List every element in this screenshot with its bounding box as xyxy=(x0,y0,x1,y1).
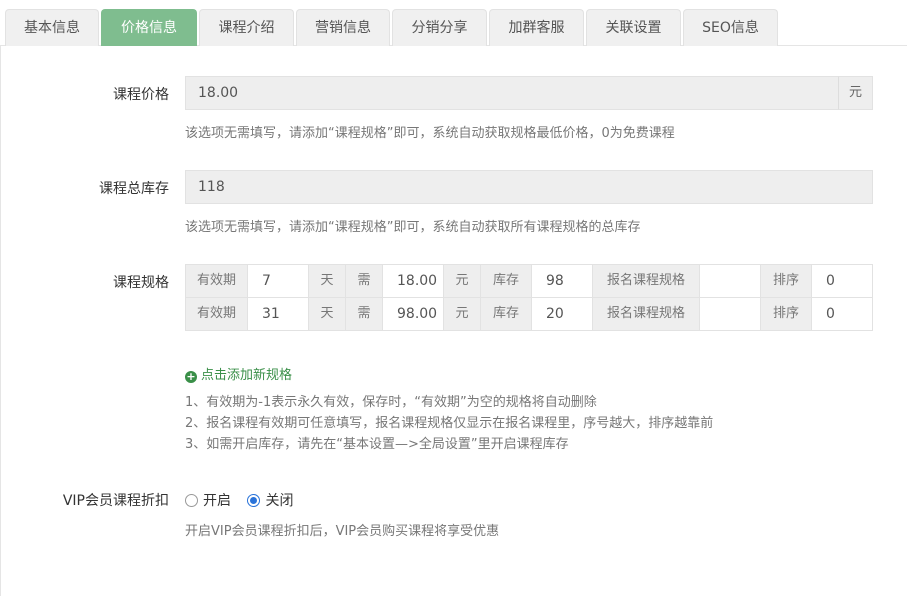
validity-label: 有效期 xyxy=(185,264,248,298)
radio-unchecked-icon xyxy=(185,494,198,507)
tab-related-settings[interactable]: 关联设置 xyxy=(586,9,681,46)
enroll-spec-input[interactable] xyxy=(699,297,761,331)
tab-course-intro[interactable]: 课程介绍 xyxy=(199,9,294,46)
need-label: 需 xyxy=(345,297,383,331)
tab-price-info[interactable]: 价格信息 xyxy=(101,9,197,46)
need-label: 需 xyxy=(345,264,383,298)
add-spec-label: 点击添加新规格 xyxy=(201,368,293,383)
price-info-panel: 课程价格 18.00 元 该选项无需填写，请添加“课程规格”即可，系统自动获取规… xyxy=(0,46,907,596)
spec-notes: 1、有效期为-1表示永久有效，保存时，“有效期”为空的规格将自动删除 2、报名课… xyxy=(185,392,713,455)
vip-discount-radio-group: 开启 关闭 xyxy=(185,490,305,510)
day-label: 天 xyxy=(308,297,346,331)
sort-label: 排序 xyxy=(760,264,812,298)
validity-input[interactable]: 31 xyxy=(247,297,309,331)
tab-distribution-share[interactable]: 分销分享 xyxy=(392,9,487,46)
spec-price-input[interactable]: 98.00 xyxy=(382,297,444,331)
day-label: 天 xyxy=(308,264,346,298)
validity-input[interactable]: 7 xyxy=(247,264,309,298)
table-row: 有效期 7 天 需 18.00 元 库存 98 报名课程规格 排序 0 xyxy=(185,264,873,298)
tab-bar: 基本信息 价格信息 课程介绍 营销信息 分销分享 加群客服 关联设置 SEO信息 xyxy=(0,0,907,46)
sort-label: 排序 xyxy=(760,297,812,331)
course-price-input[interactable]: 18.00 xyxy=(185,76,839,110)
radio-checked-icon xyxy=(247,494,261,507)
total-stock-label: 课程总库存 xyxy=(99,181,169,197)
spec-note: 1、有效期为-1表示永久有效，保存时，“有效期”为空的规格将自动删除 xyxy=(185,395,597,410)
total-stock-input[interactable]: 118 xyxy=(185,170,873,204)
course-price-help: 该选项无需填写，请添加“课程规格”即可，系统自动获取规格最低价格，0为免费课程 xyxy=(185,126,675,141)
enroll-spec-input[interactable] xyxy=(699,264,761,298)
vip-discount-label: VIP会员课程折扣 xyxy=(62,493,169,509)
radio-label: 关闭 xyxy=(265,493,294,509)
enroll-spec-label: 报名课程规格 xyxy=(592,264,700,298)
stock-label: 库存 xyxy=(480,297,532,331)
spec-note: 2、报名课程有效期可任意填写，报名课程规格仅显示在报名课程里，序号越大，排序越靠… xyxy=(185,416,714,431)
spec-stock-input[interactable]: 98 xyxy=(531,264,593,298)
vip-discount-on-radio[interactable]: 开启 xyxy=(185,490,231,510)
tab-marketing-info[interactable]: 营销信息 xyxy=(296,9,390,46)
plus-circle-icon: + xyxy=(185,370,197,383)
add-spec-button[interactable]: + 点击添加新规格 xyxy=(185,364,292,383)
course-price-label: 课程价格 xyxy=(113,87,169,103)
yuan-label: 元 xyxy=(443,264,481,298)
stock-label: 库存 xyxy=(480,264,532,298)
tab-seo-info[interactable]: SEO信息 xyxy=(683,9,778,46)
course-spec-label: 课程规格 xyxy=(113,275,169,291)
vip-discount-help: 开启VIP会员课程折扣后，VIP会员购买课程将享受优惠 xyxy=(185,524,500,539)
vip-discount-off-radio[interactable]: 关闭 xyxy=(247,490,293,510)
table-row: 有效期 31 天 需 98.00 元 库存 20 报名课程规格 排序 0 xyxy=(185,297,873,331)
spec-table: 有效期 7 天 需 18.00 元 库存 98 报名课程规格 排序 0 有效期 … xyxy=(185,264,873,332)
price-unit-addon: 元 xyxy=(838,76,873,110)
tab-group-service[interactable]: 加群客服 xyxy=(489,9,584,46)
yuan-label: 元 xyxy=(443,297,481,331)
sort-input[interactable]: 0 xyxy=(811,297,873,331)
sort-input[interactable]: 0 xyxy=(811,264,873,298)
validity-label: 有效期 xyxy=(185,297,248,331)
tab-basic-info[interactable]: 基本信息 xyxy=(5,9,99,46)
total-stock-help: 该选项无需填写，请添加“课程规格”即可，系统自动获取所有课程规格的总库存 xyxy=(185,220,641,235)
spec-stock-input[interactable]: 20 xyxy=(531,297,593,331)
enroll-spec-label: 报名课程规格 xyxy=(592,297,700,331)
radio-label: 开启 xyxy=(203,493,231,509)
spec-note: 3、如需开启库存，请先在“基本设置—>全局设置”里开启课程库存 xyxy=(185,437,569,452)
spec-price-input[interactable]: 18.00 xyxy=(382,264,444,298)
